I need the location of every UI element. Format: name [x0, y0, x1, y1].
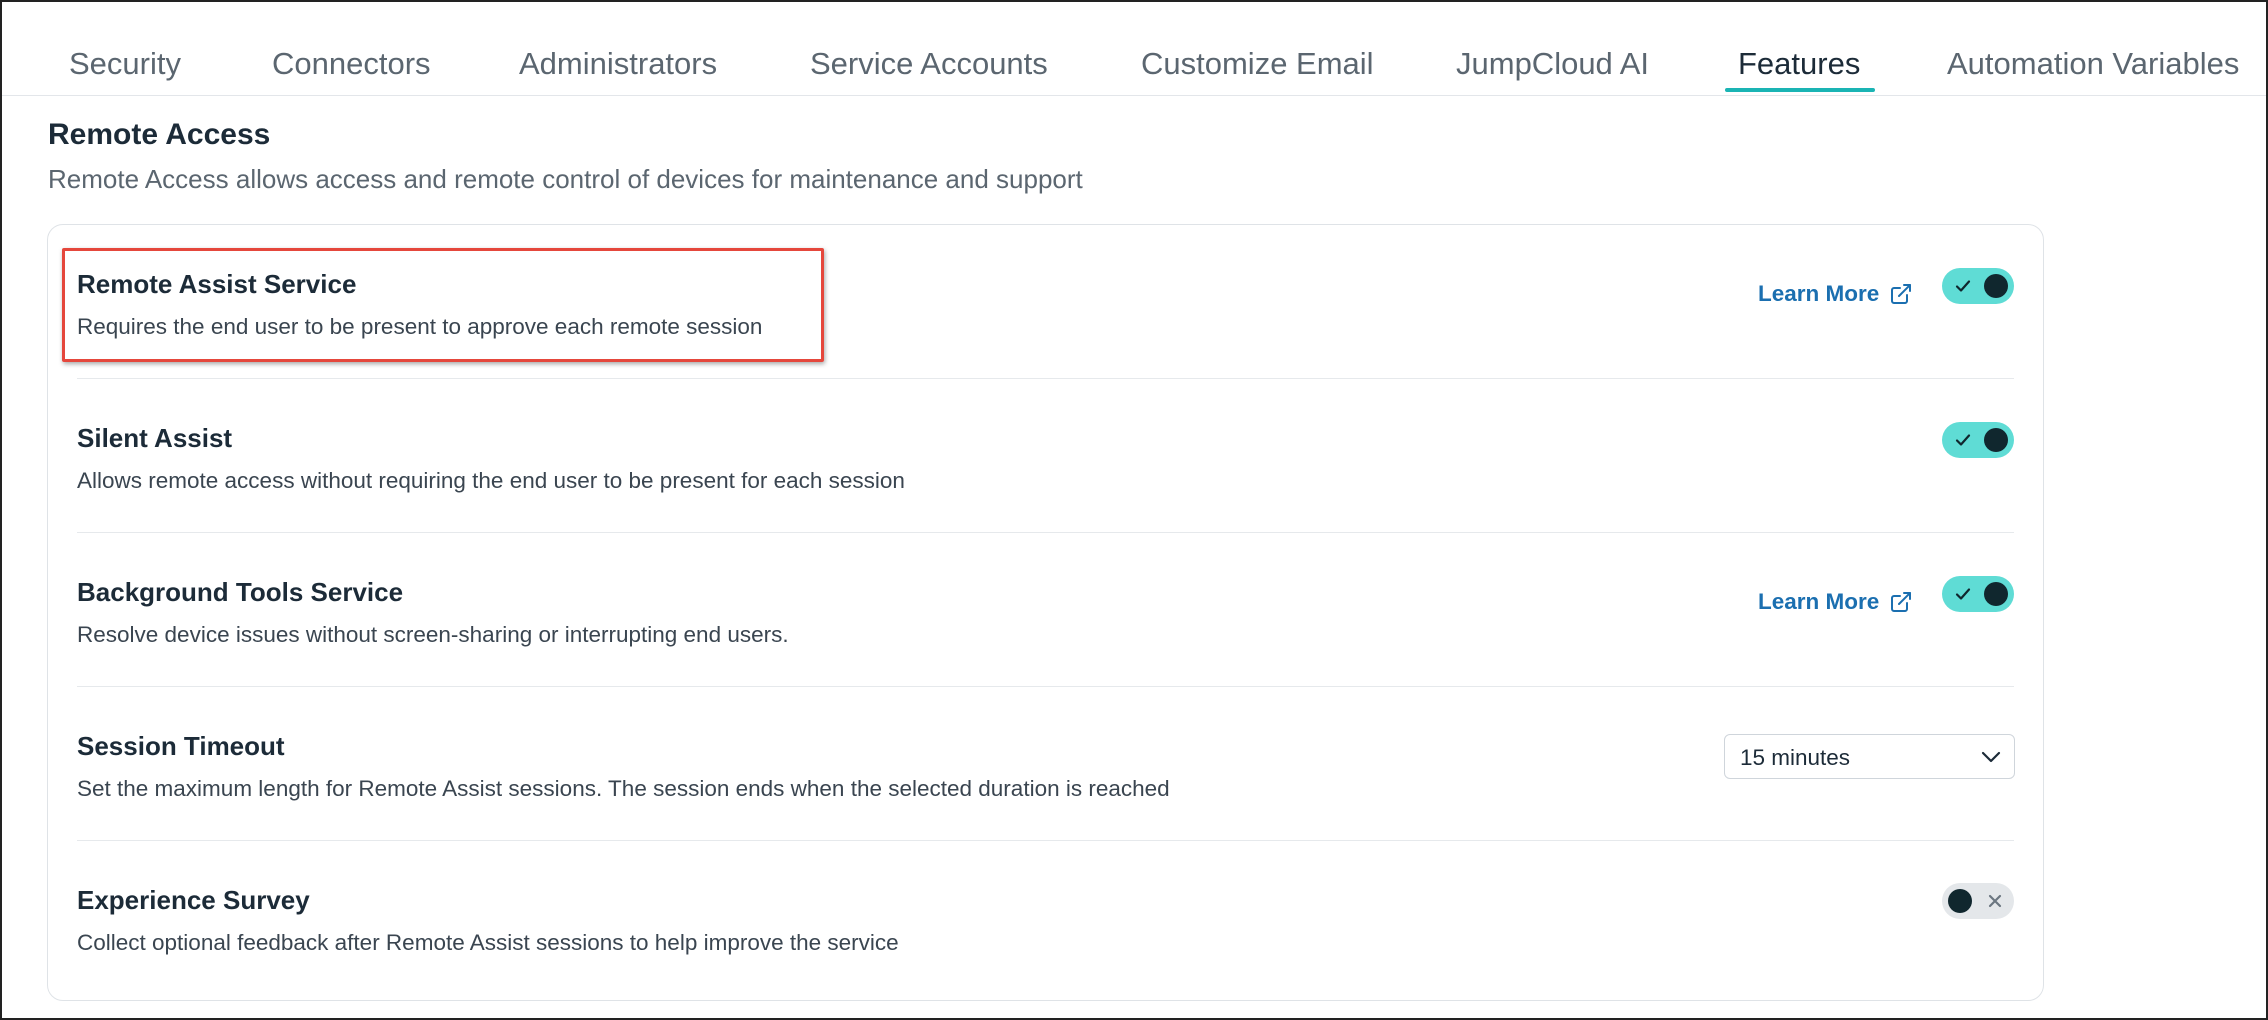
toggle-knob	[1984, 582, 2008, 606]
tab-customize-email[interactable]: Customize Email	[1141, 46, 1374, 82]
tab-bar: Security Connectors Administrators Servi…	[2, 2, 2266, 96]
active-tab-indicator	[1725, 88, 1875, 92]
select-value: 15 minutes	[1740, 745, 1851, 770]
silent-assist-toggle[interactable]	[1942, 422, 2014, 458]
setting-row-experience-survey: Experience Survey Collect optional feedb…	[77, 841, 2014, 995]
setting-row-background-tools: Background Tools Service Resolve device …	[77, 533, 2014, 687]
setting-title: Silent Assist	[77, 423, 233, 453]
section-title: Remote Access	[48, 118, 271, 151]
setting-description: Allows remote access without requiring t…	[77, 468, 905, 493]
learn-more-link[interactable]: Learn More	[1758, 589, 1913, 615]
check-icon	[1955, 280, 1971, 292]
setting-description: Requires the end user to be present to a…	[77, 314, 763, 339]
external-link-icon	[1891, 592, 1912, 612]
learn-more-link[interactable]: Learn More	[1758, 281, 1913, 307]
check-icon	[1955, 434, 1971, 446]
tab-features[interactable]: Features	[1738, 46, 1860, 82]
chevron-down-icon	[1981, 751, 2001, 763]
toggle-knob	[1984, 428, 2008, 452]
experience-survey-toggle[interactable]	[1942, 883, 2014, 919]
section-description: Remote Access allows access and remote c…	[48, 164, 1083, 194]
tab-service-accounts[interactable]: Service Accounts	[810, 46, 1048, 82]
tab-connectors[interactable]: Connectors	[272, 46, 431, 82]
tab-jumpcloud-ai[interactable]: JumpCloud AI	[1456, 46, 1649, 82]
setting-title: Experience Survey	[77, 885, 310, 915]
setting-title: Background Tools Service	[77, 577, 404, 607]
setting-description: Collect optional feedback after Remote A…	[77, 930, 899, 955]
external-link-icon	[1891, 284, 1912, 304]
learn-more-label: Learn More	[1758, 589, 1880, 614]
tab-automation-variables[interactable]: Automation Variables	[1947, 46, 2239, 82]
toggle-knob	[1948, 889, 1972, 913]
x-icon	[1988, 894, 2002, 908]
settings-card: Remote Assist Service Requires the end u…	[47, 224, 2044, 1001]
tab-administrators[interactable]: Administrators	[519, 46, 717, 82]
setting-row-session-timeout: Session Timeout Set the maximum length f…	[77, 687, 2015, 841]
setting-title: Remote Assist Service	[77, 269, 357, 299]
setting-row-silent-assist: Silent Assist Allows remote access witho…	[77, 379, 2014, 533]
learn-more-label: Learn More	[1758, 281, 1880, 306]
check-icon	[1955, 588, 1971, 600]
setting-title: Session Timeout	[77, 731, 285, 761]
toggle-knob	[1984, 274, 2008, 298]
setting-description: Resolve device issues without screen-sha…	[77, 622, 789, 647]
tab-security[interactable]: Security	[69, 46, 181, 82]
session-timeout-select[interactable]: 15 minutes	[1724, 734, 2015, 779]
setting-row-remote-assist: Remote Assist Service Requires the end u…	[77, 225, 2014, 379]
remote-assist-toggle[interactable]	[1942, 268, 2014, 304]
setting-description: Set the maximum length for Remote Assist…	[77, 776, 1170, 801]
background-tools-toggle[interactable]	[1942, 576, 2014, 612]
